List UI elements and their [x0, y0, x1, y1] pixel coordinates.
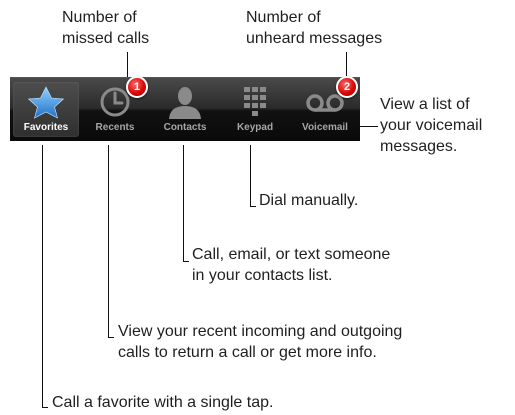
- phone-tab-bar: Favorites 1 Recents Contacts Keypad 2 Vo…: [10, 76, 360, 141]
- leader-line-favorites-tick: [42, 407, 48, 408]
- tab-voicemail[interactable]: 2 Voicemail: [292, 76, 358, 137]
- tab-recents[interactable]: 1 Recents: [82, 76, 148, 137]
- contacts-callout: Call, email, or text someone in your con…: [192, 246, 391, 284]
- tab-favorites-label: Favorites: [23, 122, 69, 133]
- tab-favorites[interactable]: Favorites: [13, 82, 79, 137]
- tab-recents-label: Recents: [95, 122, 135, 133]
- missed-calls-badge: 1: [126, 76, 148, 98]
- voicemail-list-callout: View a list of your voicemail messages.: [380, 96, 483, 155]
- tab-voicemail-label: Voicemail: [302, 122, 348, 133]
- tab-contacts[interactable]: Contacts: [152, 82, 218, 137]
- unheard-messages-badge: 2: [336, 76, 358, 98]
- star-icon: [27, 86, 65, 119]
- leader-line-contacts-tick: [183, 261, 189, 262]
- favorites-callout: Call a favorite with a single tap.: [52, 394, 274, 411]
- leader-line-recents-tick: [108, 337, 114, 338]
- unheard-messages-callout: Number of unheard messages: [246, 9, 383, 47]
- recents-callout: View your recent incoming and outgoing c…: [118, 323, 403, 361]
- leader-line-keypad: [250, 145, 251, 207]
- dial-manually-callout: Dial manually.: [259, 192, 359, 209]
- missed-calls-callout: Number of missed calls: [62, 9, 150, 47]
- leader-line-recents: [108, 145, 109, 338]
- keypad-icon: [244, 87, 266, 116]
- tab-keypad[interactable]: Keypad: [222, 82, 288, 137]
- person-icon: [169, 87, 201, 119]
- tab-keypad-label: Keypad: [236, 122, 274, 133]
- leader-line-keypad-tick: [250, 206, 256, 207]
- leader-line-contacts: [183, 145, 184, 262]
- leader-line-favorites: [42, 145, 43, 408]
- tab-contacts-label: Contacts: [163, 122, 207, 133]
